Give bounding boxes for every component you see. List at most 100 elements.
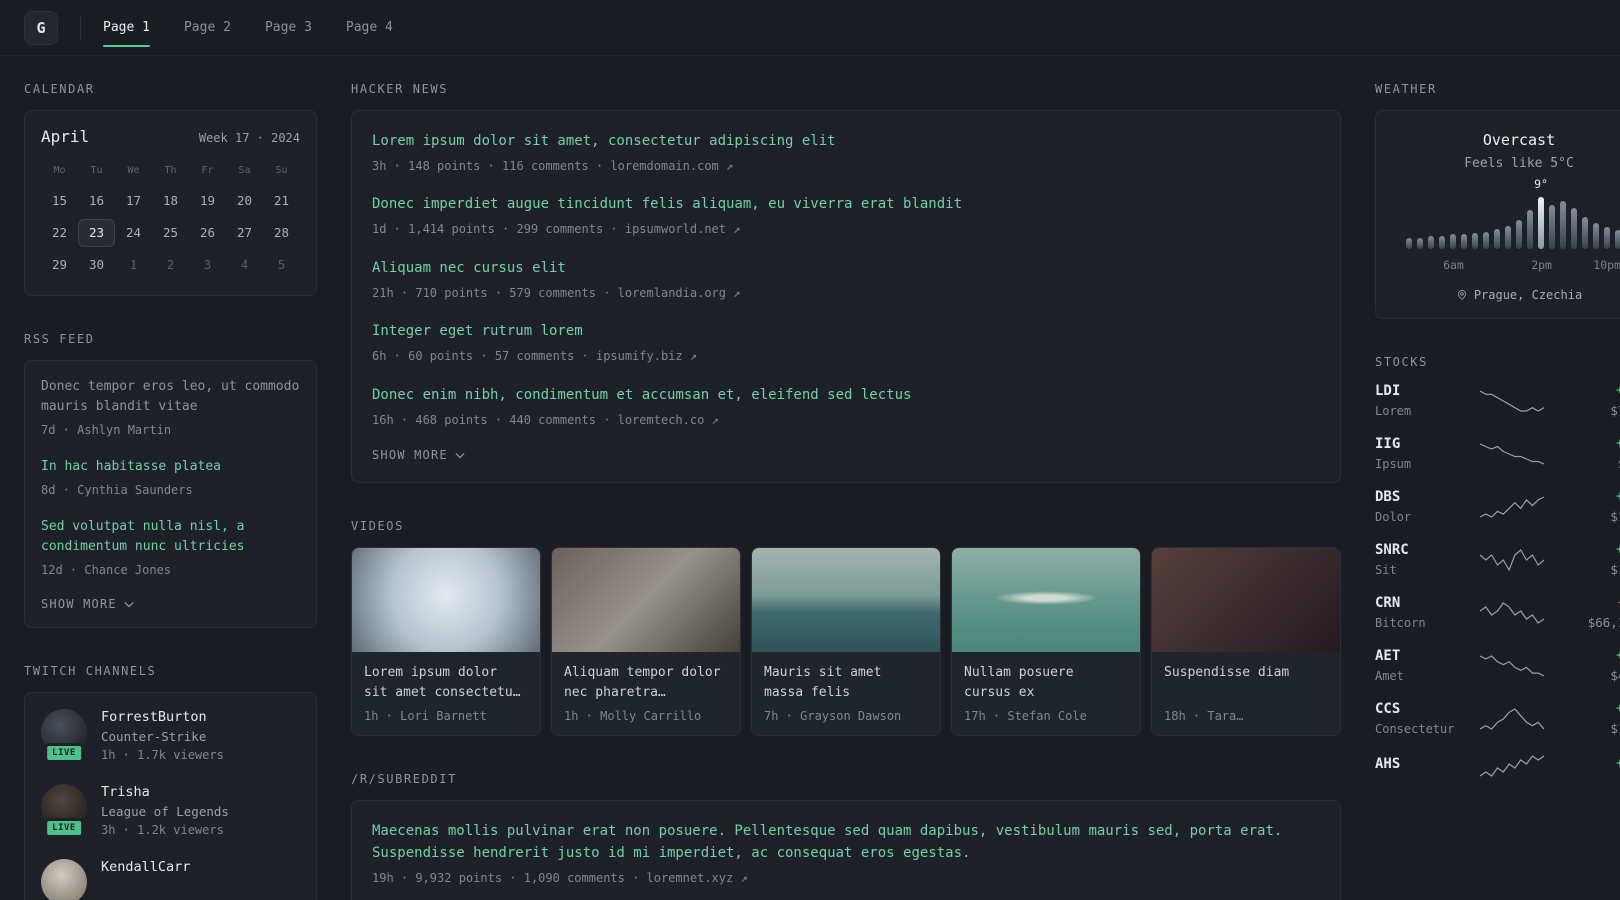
stock-row-snrc[interactable]: SNRC Sit +1.36% $148.64 <box>1375 542 1620 577</box>
calendar-day: 25 <box>162 225 179 240</box>
rss-item-meta: 12d · Chance Jones <box>41 563 172 578</box>
video-card[interactable]: Aliquam tempor dolor nec pharetra… 1h · … <box>551 547 741 737</box>
calendar-day-selected: 23 <box>78 219 115 247</box>
video-body: Nullam posuere cursus ex 17h · Stefan Co… <box>952 652 1140 735</box>
stock-values: +0.92% $499.72 <box>1567 648 1620 683</box>
stock-price: $795.18 <box>1610 403 1620 418</box>
calendar-month: April <box>41 127 90 146</box>
twitch-card: LIVE ForrestBurton Counter-Strike 1h · 1… <box>24 692 317 900</box>
left-column: Calendar April Week 17 · 2024 Mo Tu We T… <box>24 82 317 900</box>
stock-row-dbs[interactable]: DBS Dolor +1.42% $156.28 <box>1375 489 1620 524</box>
stock-symbol: CRN <box>1375 595 1401 611</box>
stocks-widget: Stocks LDI Lorem +4.35% $795.18 IIG <box>1375 355 1620 778</box>
hn-item-meta[interactable]: 1d · 1,414 points · 299 comments · ipsum… <box>372 221 1320 238</box>
hn-item-meta[interactable]: 21h · 710 points · 579 comments · loreml… <box>372 285 1320 302</box>
hn-item-title[interactable]: Aliquam nec cursus elit <box>372 258 1320 280</box>
stock-values: +1.36% $148.64 <box>1567 542 1620 577</box>
calendar-dow: Sa <box>238 165 251 176</box>
channel-name: ForrestBurton <box>101 709 207 726</box>
stock-symbol: AHS <box>1375 755 1401 772</box>
rss-item-meta: 7d · Ashlyn Martin <box>41 423 172 438</box>
stocks-list: LDI Lorem +4.35% $795.18 IIG Ipsum <box>1375 383 1620 778</box>
calendar-day: 29 <box>51 257 68 272</box>
stock-row-ahs[interactable]: AHS +0.46% <box>1375 754 1620 778</box>
hn-item-title[interactable]: Donec enim nibh, condimentum et accumsan… <box>372 385 1320 407</box>
rss-show-more-button[interactable]: SHOW MORE <box>41 597 134 611</box>
stock-row-ccs[interactable]: CCS Consectetur +0.51% $165.84 <box>1375 701 1620 736</box>
hn-item: Donec imperdiet augue tincidunt felis al… <box>372 194 1320 237</box>
live-badge: LIVE <box>44 743 84 764</box>
channel-name: KendallCarr <box>101 859 191 876</box>
video-card[interactable]: Mauris sit amet massa felis 7h · Grayson… <box>751 547 941 737</box>
rss-item-title[interactable]: In hac habitasse platea <box>41 457 300 477</box>
calendar-day: 21 <box>273 193 290 208</box>
video-meta: 1h · Molly Carrillo <box>564 709 702 724</box>
hn-item: Integer eget rutrum lorem 6h · 60 points… <box>372 321 1320 364</box>
show-more-label: SHOW MORE <box>41 597 117 612</box>
avatar-wrap <box>41 859 87 900</box>
weather-temp-label: 9° <box>1534 177 1548 191</box>
stock-symbol: IIG <box>1375 436 1401 452</box>
calendar-day: 15 <box>51 193 68 208</box>
weather-bar <box>1450 234 1456 249</box>
video-card[interactable]: Lorem ipsum dolor sit amet consectetu… 1… <box>351 547 541 737</box>
stock-change: +1.36% <box>1616 542 1620 557</box>
weather-bar <box>1615 230 1620 249</box>
reddit-post-title[interactable]: Maecenas mollis pulvinar erat non posuer… <box>372 821 1320 864</box>
stock-name: Lorem <box>1375 404 1412 418</box>
app-logo[interactable]: G <box>24 10 58 45</box>
calendar-day: 20 <box>236 193 253 208</box>
calendar-day: 1 <box>129 257 138 272</box>
stock-sparkline <box>1480 707 1544 730</box>
stock-price: $165.84 <box>1610 721 1620 736</box>
weather-time-label: 2pm <box>1531 258 1552 272</box>
chevron-down-icon <box>455 452 465 459</box>
hn-show-more-button[interactable]: SHOW MORE <box>372 448 465 462</box>
hn-item-meta[interactable]: 6h · 60 points · 57 comments · ipsumify.… <box>372 348 1320 365</box>
stock-row-ldi[interactable]: LDI Lorem +4.35% $795.18 <box>1375 383 1620 418</box>
video-card[interactable]: Suspendisse diam 18h · Tara… <box>1151 547 1341 737</box>
rss-item: Sed volutpat nulla nisl, a condimentum n… <box>41 517 300 579</box>
tab-page-4[interactable]: Page 4 <box>346 0 393 55</box>
tab-page-2[interactable]: Page 2 <box>184 0 231 55</box>
chevron-down-icon <box>124 601 134 608</box>
reddit-post-meta[interactable]: 19h · 9,932 points · 1,090 comments · lo… <box>372 870 1320 887</box>
hn-item-title[interactable]: Lorem ipsum dolor sit amet, consectetur … <box>372 131 1320 153</box>
hn-item-title[interactable]: Integer eget rutrum lorem <box>372 321 1320 343</box>
video-card[interactable]: Nullam posuere cursus ex 17h · Stefan Co… <box>951 547 1141 737</box>
calendar-dow: Th <box>164 165 177 176</box>
tab-page-3[interactable]: Page 3 <box>265 0 312 55</box>
hn-item-meta[interactable]: 3h · 148 points · 116 comments · loremdo… <box>372 158 1320 175</box>
weather-bar <box>1428 236 1434 249</box>
calendar-dow: Fr <box>201 165 214 176</box>
weather-bar <box>1483 231 1489 249</box>
stock-row-iig[interactable]: IIG Ipsum +2.84% $42.04 <box>1375 436 1620 471</box>
rss-item-title[interactable]: Sed volutpat nulla nisl, a condimentum n… <box>41 517 300 557</box>
twitch-channel-row[interactable]: KendallCarr <box>41 859 300 900</box>
stock-change: +4.35% <box>1616 383 1620 398</box>
video-meta: 17h · Stefan Cole <box>964 709 1087 724</box>
stock-values: -1.00% $66,171.48 <box>1567 595 1620 630</box>
calendar-card: April Week 17 · 2024 Mo Tu We Th Fr Sa S… <box>24 110 317 296</box>
stock-name: Amet <box>1375 669 1404 683</box>
weather-bar <box>1439 236 1445 249</box>
hn-item-title[interactable]: Donec imperdiet augue tincidunt felis al… <box>372 194 1320 216</box>
channel-info: Trisha League of Legends 3h · 1.2k viewe… <box>101 784 229 837</box>
weather-time-label: 6am <box>1443 258 1464 272</box>
calendar-widget: Calendar April Week 17 · 2024 Mo Tu We T… <box>24 82 317 296</box>
stock-row-aet[interactable]: AET Amet +0.92% $499.72 <box>1375 648 1620 683</box>
video-thumbnail <box>952 548 1140 653</box>
twitch-channel-row[interactable]: LIVE Trisha League of Legends 3h · 1.2k … <box>41 784 300 839</box>
hn-item-meta[interactable]: 16h · 468 points · 440 comments · loremt… <box>372 412 1320 429</box>
stock-values: +2.84% $42.04 <box>1567 436 1620 471</box>
stock-row-crn[interactable]: CRN Bitcorn -1.00% $66,171.48 <box>1375 595 1620 630</box>
calendar-day: 27 <box>236 225 253 240</box>
rss-item-title[interactable]: Donec tempor eros leo, ut commodo mauris… <box>41 377 300 417</box>
tab-page-1[interactable]: Page 1 <box>103 0 150 55</box>
calendar-day: 24 <box>125 225 142 240</box>
calendar-week-year: Week 17 · 2024 <box>198 131 300 145</box>
twitch-channel-row[interactable]: LIVE ForrestBurton Counter-Strike 1h · 1… <box>41 709 300 764</box>
weather-bar <box>1461 234 1467 249</box>
stock-id: DBS Dolor <box>1375 489 1457 524</box>
calendar-header: April Week 17 · 2024 <box>41 127 300 146</box>
